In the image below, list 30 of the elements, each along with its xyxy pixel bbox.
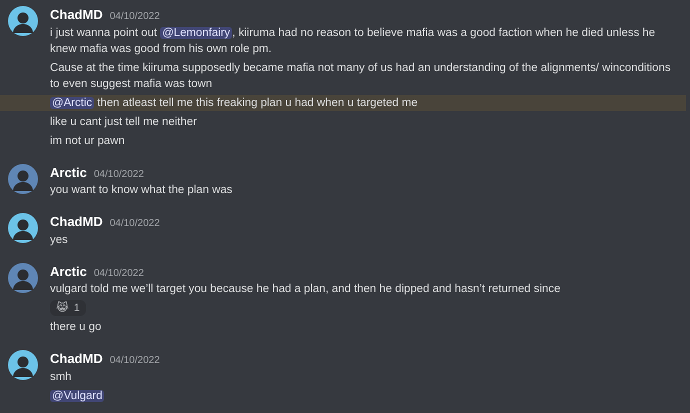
message-text: like u cant just tell me neither [49, 114, 198, 130]
reaction-count: 1 [74, 301, 80, 315]
message-text: im not ur pawn [49, 134, 126, 148]
message-text: you want to know what the plan was [49, 183, 234, 198]
timestamp: 04/10/2022 [110, 354, 160, 368]
message-text: smh [49, 370, 73, 384]
avatar-icon[interactable] [8, 213, 38, 243]
reaction-emoji: 😹 [56, 301, 69, 315]
mention-link[interactable]: @Arctic [50, 96, 94, 108]
username[interactable]: Arctic [50, 162, 87, 182]
username[interactable]: Arctic [50, 262, 87, 281]
timestamp: 04/10/2022 [110, 217, 160, 231]
timestamp: 04/10/2022 [94, 168, 144, 182]
timestamp: 04/10/2022 [110, 10, 160, 24]
message-text: there u go [49, 320, 102, 335]
avatar-icon[interactable] [8, 164, 38, 194]
message-text: yes [49, 232, 69, 248]
avatar-icon[interactable] [8, 6, 38, 36]
avatar-icon[interactable] [8, 262, 38, 292]
timestamp: 04/10/2022 [94, 266, 144, 280]
reaction-pill[interactable]: 😹 1 [50, 300, 86, 316]
mention-link[interactable]: @Lemonfairy [160, 26, 232, 38]
username[interactable]: ChadMD [50, 212, 103, 232]
mention-link[interactable]: @Vulgard [50, 390, 104, 402]
avatar-icon[interactable] [8, 350, 38, 380]
username[interactable]: ChadMD [50, 5, 103, 24]
message-text: @Arctic then atleast tell me this freaking plan u had when u targeted me [50, 96, 418, 108]
username[interactable]: ChadMD [50, 349, 103, 368]
message-text: i just wanna point out @Lemonfairy , kiiruma had no reason to believe mafia was a good faction when he died unless he knew mafia was good from his own role pm. [50, 26, 656, 54]
message-text: vulgard told me we’ll target you because he had a plan, and then he dipped and hasn’t returned since [49, 282, 562, 297]
